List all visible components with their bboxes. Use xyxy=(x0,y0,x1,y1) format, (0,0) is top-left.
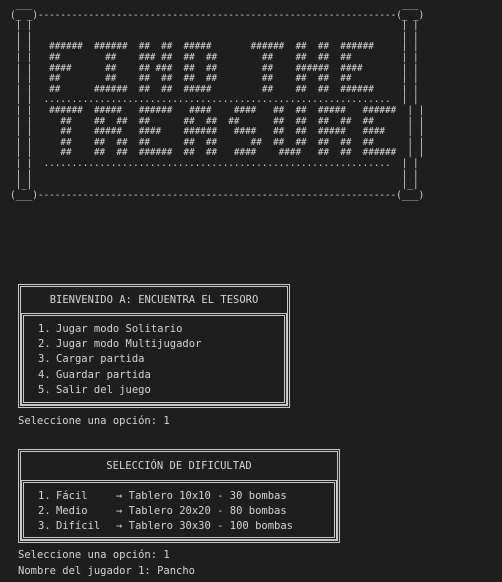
menu-option-2: 2. Jugar modo Multijugador xyxy=(38,338,202,351)
player-name-prompt[interactable]: Nombre del jugador 1: Pancho xyxy=(18,563,195,579)
ascii-title-banner: ___ ___ (_ _)---------------------------… xyxy=(10,0,425,201)
difficulty-option-1: 1. Fácil → Tablero 10x10 - 30 bombas xyxy=(38,490,287,502)
main-menu-box: BIENVENIDO A: ENCUENTRA EL TESORO 1. Juga… xyxy=(18,284,290,408)
difficulty-option-3: 3. Difícil → Tablero 30x30 - 100 bombas xyxy=(38,520,294,533)
menu-option-1: 1. Jugar modo Solitario xyxy=(38,323,183,335)
difficulty-selection-prompt[interactable]: Seleccione una opción: 1 xyxy=(18,547,170,563)
main-menu-options: 1. Jugar modo Solitario 2. Jugar modo Mult… xyxy=(21,313,287,405)
main-menu-title: BIENVENIDO A: ENCUENTRA EL TESORO xyxy=(49,294,259,306)
menu-option-3: 3. Cargar partida xyxy=(38,353,145,366)
menu-option-5: 5. Salir del juego xyxy=(38,383,151,396)
menu-option-4: 4. Guardar partida xyxy=(38,368,151,381)
difficulty-title: SELECCIÓN DE DIFICULTAD xyxy=(106,460,252,472)
difficulty-box: SELECCIÓN DE DIFICULTAD 1. Fácil → Tablero… xyxy=(18,449,340,543)
terminal-window: ___ ___ (_ _)---------------------------… xyxy=(0,0,502,582)
menu-selection-prompt[interactable]: Seleccione una opción: 1 xyxy=(18,413,170,429)
difficulty-option-2: 2. Medio → Tablero 20x20 - 80 bombas xyxy=(38,505,287,518)
difficulty-options: 1. Fácil → Tablero 10x10 - 30 bombas 2. Med… xyxy=(21,480,337,540)
